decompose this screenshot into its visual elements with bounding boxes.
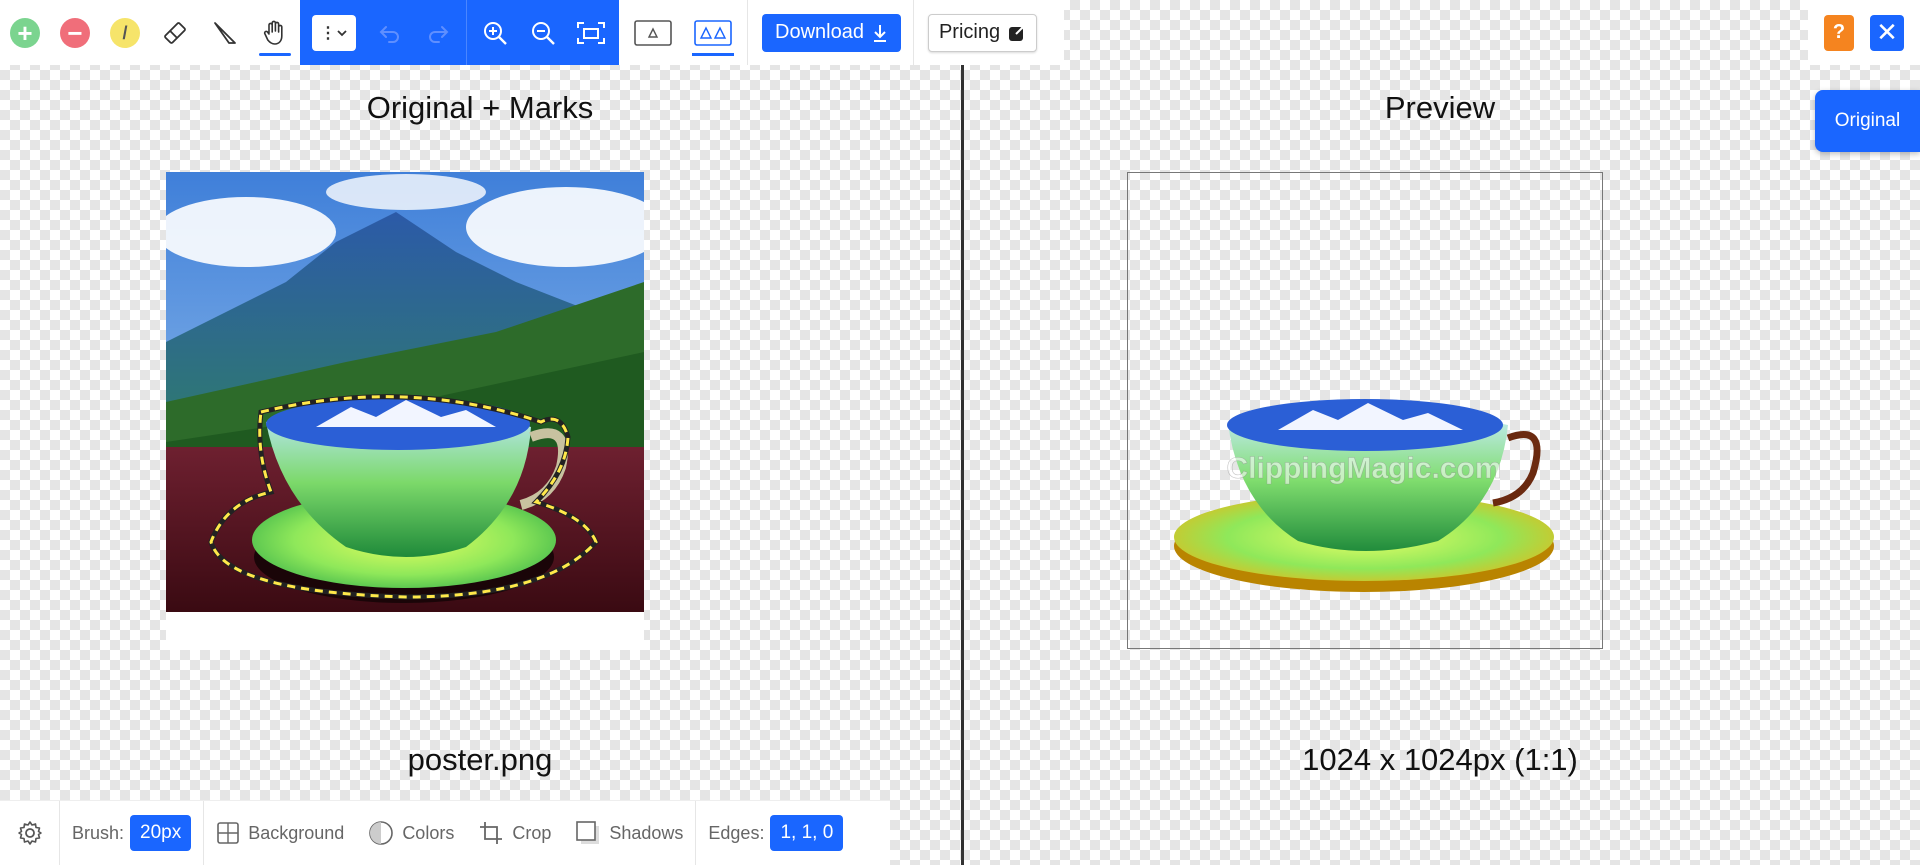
help-button[interactable]: ? [1824, 14, 1854, 51]
scalpel-tool-button[interactable] [200, 0, 250, 65]
zoom-in-button[interactable] [471, 0, 519, 65]
preview-frame: ClippingMagic.com [1127, 172, 1603, 649]
brush-label: Brush: [72, 822, 125, 843]
background-button[interactable]: Background [204, 801, 356, 865]
colors-button[interactable]: Colors [356, 801, 466, 865]
redo-button[interactable] [414, 0, 462, 65]
original-toggle-button[interactable]: Original [1815, 90, 1920, 152]
download-button[interactable]: Download [762, 13, 901, 52]
top-toolbar: + − / ⋮ Download Pricing [0, 0, 1064, 65]
edges-section: Edges: 1, 1, 0 [695, 800, 855, 865]
pricing-button[interactable]: Pricing [927, 13, 1038, 52]
edges-label: Edges: [708, 822, 765, 843]
chevron-down-icon [337, 29, 347, 36]
redo-icon [429, 25, 449, 43]
slash-circle-icon: / [110, 17, 140, 48]
fit-screen-icon [577, 21, 605, 44]
zoom-out-icon [532, 21, 555, 45]
background-label: Background [248, 822, 345, 843]
close-button[interactable]: ✕ [1870, 14, 1904, 51]
tool-group: + − / [0, 0, 300, 65]
crop-label: Crop [512, 822, 552, 843]
minus-circle-icon: − [60, 17, 90, 48]
hand-icon [263, 20, 283, 45]
keep-tool-button[interactable]: + [0, 0, 50, 65]
colors-label: Colors [402, 822, 455, 843]
settings-button[interactable] [0, 800, 60, 865]
zoom-in-icon [484, 21, 507, 45]
brush-size-button[interactable]: 20px [130, 815, 192, 851]
toolbar-separator [912, 0, 914, 65]
left-panel-title: Original + Marks [366, 90, 594, 125]
more-menu-glyph: ⋮ [320, 24, 336, 42]
single-view-icon [634, 19, 672, 46]
toolbar-separator [747, 0, 748, 65]
fit-screen-button[interactable] [567, 0, 615, 65]
undo-button[interactable] [366, 0, 414, 65]
scalpel-icon [214, 21, 236, 44]
panel-divider[interactable] [961, 65, 964, 865]
crop-button[interactable]: Crop [466, 801, 563, 865]
edit-tools-group: ⋮ [300, 0, 619, 65]
download-label: Download [775, 21, 864, 43]
brush-section: Brush: 20px [60, 800, 205, 865]
pan-tool-button[interactable] [250, 0, 300, 65]
filename-caption: poster.png [407, 742, 553, 777]
view-mode-group [619, 0, 747, 65]
preview-image[interactable]: ClippingMagic.com [1128, 173, 1601, 647]
shadows-label: Shadows [609, 822, 684, 843]
original-image-canvas[interactable] [166, 172, 644, 650]
dual-view-button[interactable] [687, 0, 739, 65]
watermark-text: ClippingMagic.com [1226, 452, 1501, 485]
top-right-bar: ? ✕ [1808, 0, 1920, 65]
background-icon [217, 822, 240, 844]
right-panel-title: Preview [1384, 90, 1496, 125]
dual-view-icon [694, 19, 732, 46]
plus-circle-icon: + [10, 17, 40, 48]
bottom-toolbar: Brush: 20px Background Colors Crop Shado… [0, 800, 890, 865]
undo-icon [379, 25, 399, 43]
external-link-icon [1009, 24, 1026, 41]
shadows-icon [576, 821, 600, 844]
dimensions-caption: 1024 x 1024px (1:1) [1302, 742, 1578, 777]
more-menu-button[interactable]: ⋮ [312, 14, 356, 51]
shadows-button[interactable]: Shadows [563, 801, 695, 865]
toolbar-separator [466, 0, 467, 65]
gear-icon [17, 821, 42, 845]
pricing-label: Pricing [938, 21, 1001, 43]
crop-icon [480, 822, 503, 844]
colors-icon [369, 821, 394, 845]
remove-tool-button[interactable]: − [50, 0, 100, 65]
eraser-tool-button[interactable] [150, 0, 200, 65]
edges-button[interactable]: 1, 1, 0 [770, 815, 844, 851]
single-view-button[interactable] [627, 0, 679, 65]
download-icon [873, 24, 886, 42]
zoom-out-button[interactable] [519, 0, 567, 65]
hair-tool-button[interactable]: / [100, 0, 150, 65]
eraser-icon [164, 21, 186, 44]
